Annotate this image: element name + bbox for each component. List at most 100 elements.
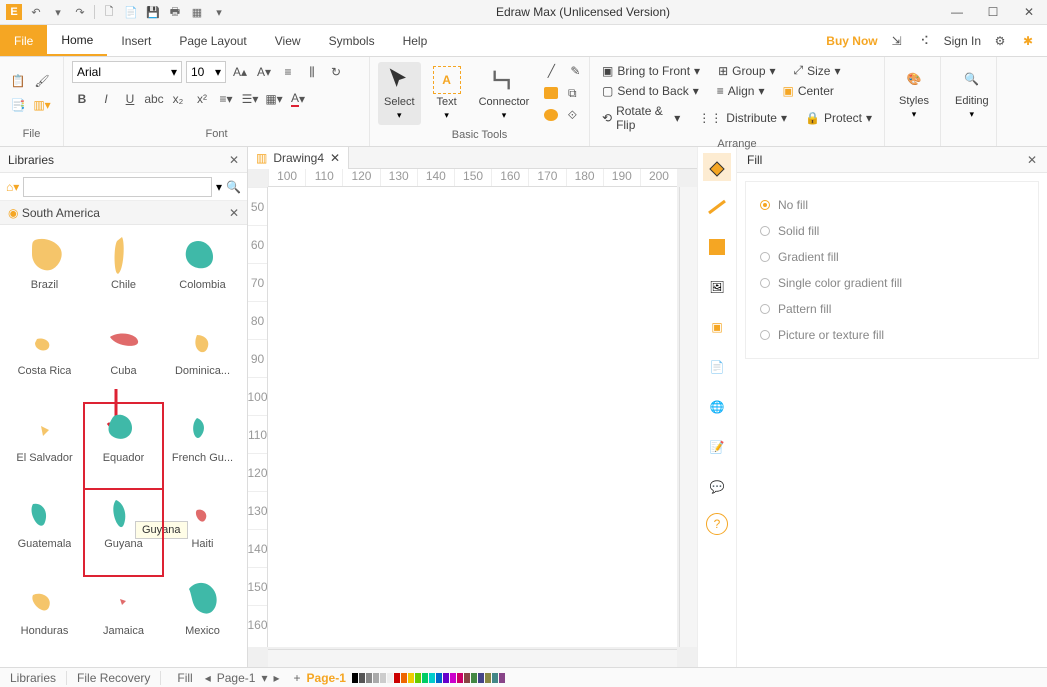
library-item-guatemala[interactable]: Guatemala — [6, 490, 83, 574]
menu-home[interactable]: Home — [47, 25, 107, 56]
qat-dropdown-icon[interactable]: ▾ — [211, 4, 227, 20]
buy-now-link[interactable]: Buy Now — [826, 34, 877, 48]
ellipse-shape-icon[interactable] — [544, 109, 558, 121]
libraries-search-input[interactable] — [23, 177, 212, 197]
italic-icon[interactable]: I — [96, 89, 116, 109]
line-shape-icon[interactable]: ╱ — [541, 61, 561, 81]
library-item-colombia[interactable]: Colombia — [164, 231, 241, 315]
library-item-chile[interactable]: Chile — [85, 231, 162, 315]
close-tab-icon[interactable]: ✕ — [330, 151, 340, 165]
help-tool-icon[interactable]: ? — [706, 513, 728, 535]
note-tool-icon[interactable]: 📝 — [703, 433, 731, 461]
styles-button[interactable]: 🎨 Styles ▾ — [893, 61, 935, 124]
close-libraries-icon[interactable]: ✕ — [229, 153, 239, 167]
brand-flower-icon[interactable]: ✱ — [1019, 32, 1037, 50]
settings-gear-icon[interactable]: ⚙ — [991, 32, 1009, 50]
picture-tool-icon[interactable]: 🖼 — [703, 273, 731, 301]
anchor-icon[interactable]: ⟐ — [562, 105, 582, 125]
size-button[interactable]: ⤢Size▾ — [790, 61, 845, 80]
highlight-color-icon[interactable]: ▦▾ — [264, 89, 284, 109]
menu-symbols[interactable]: Symbols — [315, 25, 389, 56]
layer-tool-icon[interactable]: ▣ — [703, 313, 731, 341]
undo-icon[interactable]: ↶ — [28, 4, 44, 20]
align-button[interactable]: ≡Align▾ — [713, 82, 769, 100]
font-decrease-icon[interactable]: A▾ — [254, 62, 274, 82]
font-color-icon[interactable]: A▾ — [288, 89, 308, 109]
maximize-button[interactable]: ☐ — [975, 0, 1011, 25]
brush-icon[interactable]: 🖌 — [32, 71, 52, 91]
rotate-text-icon[interactable]: ↻ — [326, 62, 346, 82]
save-icon[interactable]: 💾 — [145, 4, 161, 20]
select-tool-button[interactable]: Select ▾ — [378, 62, 421, 125]
connector-tool-button[interactable]: Connector ▾ — [473, 62, 536, 125]
fill-option-pattern-fill[interactable]: Pattern fill — [760, 296, 1024, 322]
fill-tool-icon[interactable] — [703, 153, 731, 181]
library-item-haiti[interactable]: Haiti — [164, 490, 241, 574]
open-file-icon[interactable]: 📄 — [123, 4, 139, 20]
active-page-label[interactable]: Page-1 — [307, 671, 346, 685]
new-file-icon[interactable]: 🗋 — [101, 4, 117, 20]
line-tool-icon[interactable] — [703, 193, 731, 221]
statusbar-libraries[interactable]: Libraries — [0, 671, 67, 685]
search-dropdown-icon[interactable]: ▾ — [216, 180, 222, 194]
library-item-cuba[interactable]: Cuba — [85, 317, 162, 401]
bullet-icon[interactable]: ☰▾ — [240, 89, 260, 109]
library-item-mexico[interactable]: Mexico — [164, 577, 241, 661]
strikethrough-icon[interactable]: abc — [144, 89, 164, 109]
rotate-flip-button[interactable]: ⟲Rotate & Flip▾ — [598, 102, 684, 134]
library-item-jamaica[interactable]: Jamaica — [85, 577, 162, 661]
clipboard-icon[interactable]: 📑 — [8, 95, 28, 115]
document-tab[interactable]: ▥ Drawing4 ✕ — [248, 147, 349, 169]
protect-button[interactable]: 🔒Protect▾ — [801, 109, 876, 127]
statusbar-file-recovery[interactable]: File Recovery — [67, 671, 161, 685]
close-fill-panel-icon[interactable]: ✕ — [1027, 153, 1037, 167]
close-button[interactable]: ✕ — [1011, 0, 1047, 25]
menu-file[interactable]: File — [0, 25, 47, 56]
export-icon[interactable]: ⇲ — [888, 32, 906, 50]
bring-to-front-button[interactable]: ▣Bring to Front▾ — [598, 62, 704, 80]
library-item-elsalvador[interactable]: El Salvador — [6, 404, 83, 488]
library-item-equador[interactable]: Equador — [85, 404, 162, 488]
fill-option-picture-or-texture-fill[interactable]: Picture or texture fill — [760, 322, 1024, 348]
minimize-button[interactable]: — — [939, 0, 975, 25]
align-vertical-icon[interactable]: ⫼ — [302, 62, 322, 82]
underline-icon[interactable]: U — [120, 89, 140, 109]
menu-page-layout[interactable]: Page Layout — [165, 25, 260, 56]
line-spacing-icon[interactable]: ≡▾ — [216, 89, 236, 109]
menu-view[interactable]: View — [261, 25, 315, 56]
fill-option-single-color-gradient-fill[interactable]: Single color gradient fill — [760, 270, 1024, 296]
sign-in-link[interactable]: Sign In — [944, 34, 981, 48]
fill-option-no-fill[interactable]: No fill — [760, 192, 1024, 218]
menu-help[interactable]: Help — [389, 25, 442, 56]
center-button[interactable]: ▣Center — [779, 82, 838, 100]
library-item-honduras[interactable]: Honduras — [6, 577, 83, 661]
bold-icon[interactable]: B — [72, 89, 92, 109]
distribute-button[interactable]: ⋮⋮Distribute▾ — [694, 109, 791, 127]
fill-option-gradient-fill[interactable]: Gradient fill — [760, 244, 1024, 270]
font-size-select[interactable]: 10▾ — [186, 61, 226, 83]
globe-tool-icon[interactable]: 🌐 — [703, 393, 731, 421]
share-icon[interactable]: ⠪ — [916, 32, 934, 50]
clipboard-dropdown-icon[interactable]: ▥▾ — [32, 95, 52, 115]
comment-tool-icon[interactable]: 💬 — [703, 473, 731, 501]
menu-insert[interactable]: Insert — [107, 25, 165, 56]
subscript-icon[interactable]: x₂ — [168, 89, 188, 109]
editing-button[interactable]: 🔍 Editing ▾ — [949, 61, 995, 124]
font-increase-icon[interactable]: A▴ — [230, 62, 250, 82]
search-icon[interactable]: 🔍 — [226, 180, 241, 194]
add-page-icon[interactable]: + — [288, 671, 307, 685]
library-category-header[interactable]: ◉ South America ✕ — [0, 201, 247, 225]
undo-dropdown-icon[interactable]: ▾ — [50, 4, 66, 20]
group-button[interactable]: ⊞Group▾ — [714, 62, 779, 80]
color-swatch-row[interactable] — [352, 673, 505, 683]
crop-icon[interactable]: ⧉ — [562, 83, 582, 103]
page-selector[interactable]: ◂Page-1▾▸ — [197, 671, 288, 685]
close-category-icon[interactable]: ✕ — [229, 206, 239, 220]
pencil-shape-icon[interactable]: ✎ — [565, 61, 585, 81]
fill-option-solid-fill[interactable]: Solid fill — [760, 218, 1024, 244]
redo-icon[interactable]: ↷ — [72, 4, 88, 20]
rect-shape-icon[interactable] — [544, 87, 558, 99]
print-icon[interactable]: 🖶 — [167, 4, 183, 20]
page-tool-icon[interactable]: 📄 — [703, 353, 731, 381]
text-tool-button[interactable]: A Text ▾ — [427, 62, 467, 125]
